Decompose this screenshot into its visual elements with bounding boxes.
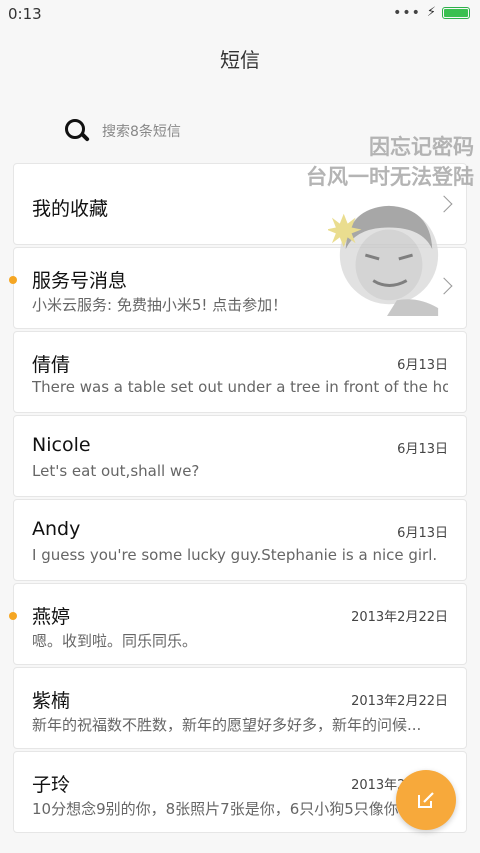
conversation-preview: 新年的祝福数不胜数，新年的愿望好多好多，新年的问候... xyxy=(32,716,422,734)
unread-dot xyxy=(9,612,17,620)
conversation-preview: There was a table set out under a tree i… xyxy=(32,378,448,396)
conversation-preview: 嗯。收到啦。同乐同乐。 xyxy=(32,632,198,650)
search-icon xyxy=(64,118,90,144)
search-input[interactable]: 搜索8条短信 xyxy=(102,121,181,141)
conversation-name: 紫楠 xyxy=(32,690,71,712)
page-title: 短信 xyxy=(220,48,260,72)
charging-icon: ⚡ xyxy=(426,5,436,20)
conversation-preview: I guess you're some lucky guy.Stephanie … xyxy=(32,546,438,564)
compose-button[interactable] xyxy=(396,770,456,830)
compose-icon xyxy=(418,792,434,808)
unread-dot xyxy=(9,276,17,284)
conversation-item[interactable]: 燕婷嗯。收到啦。同乐同乐。 2013年2月22日 xyxy=(9,583,467,665)
conversation-item[interactable]: 倩倩 There was a table set out under a tree… xyxy=(13,331,467,413)
conversation-name: Andy xyxy=(32,518,81,540)
conversation-name: 子玲 xyxy=(32,774,71,796)
status-time: 0:13 xyxy=(8,5,42,23)
conversation-item[interactable]: 紫楠新年的祝福数不胜数，新年的愿望好多好多，新年的问候... 2013年2月22日 xyxy=(13,667,467,749)
watermark-line-2: 台风一时无法登陆 xyxy=(306,165,474,189)
conversation-preview: 10分想念9别的你，8张照片7张是你，6只小狗5只像你 xyxy=(32,800,399,818)
conversation-date: 6月13日 xyxy=(397,358,448,373)
status-icons: ••• ⚡ xyxy=(393,6,470,20)
conversation-date: 6月13日 xyxy=(397,442,448,457)
conversation-name: 服务号消息 xyxy=(32,270,128,292)
conversation-item[interactable]: Andy I guess you're some lucky guy.Stepha… xyxy=(13,499,467,581)
battery-icon xyxy=(442,7,470,19)
watermark-line-1: 因忘记密码 xyxy=(369,135,474,159)
conversation-date: 2013年2月22日 xyxy=(351,694,448,709)
meme-face-image xyxy=(328,205,439,316)
conversation-preview: Let's eat out,shall we? xyxy=(32,462,200,480)
watermark: 因忘记密码 台风一时无法登陆 xyxy=(306,132,474,192)
conversation-name: 倩倩 xyxy=(32,354,71,376)
conversation-date: 2013年2月22日 xyxy=(351,610,448,625)
status-bar: 0:13 ••• ⚡ xyxy=(0,0,480,28)
more-dots-icon: ••• xyxy=(393,5,421,21)
conversation-name: 燕婷 xyxy=(32,606,71,628)
conversation-name: 我的收藏 xyxy=(32,198,109,220)
conversation-name: Nicole xyxy=(32,434,91,456)
conversation-item[interactable]: Nicole Let's eat out,shall we? 6月13日 xyxy=(13,415,467,497)
conversation-date: 6月13日 xyxy=(397,526,448,541)
